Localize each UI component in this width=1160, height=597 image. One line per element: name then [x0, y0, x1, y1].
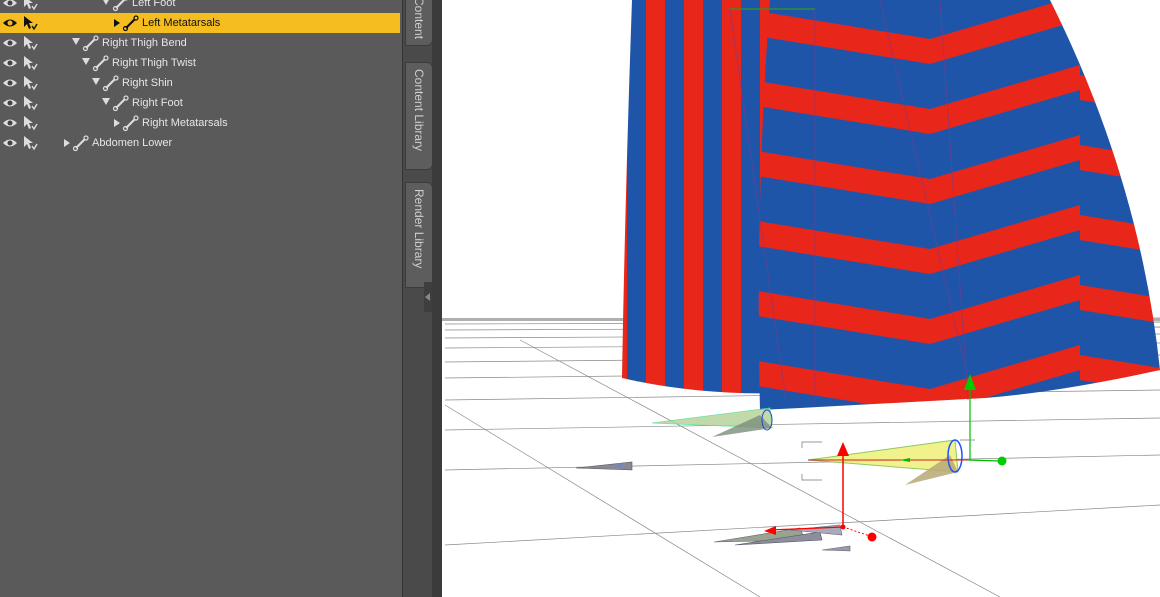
eye-icon[interactable] [2, 97, 18, 109]
tree-row-right-metatarsals[interactable]: Right Metatarsals [0, 113, 400, 133]
bone-icon [82, 35, 99, 52]
select-arrow-icon[interactable] [22, 0, 38, 11]
bone-icon [92, 55, 109, 72]
3d-viewport[interactable] [442, 0, 1160, 597]
select-arrow-icon[interactable] [22, 55, 38, 71]
tree-row-label: Right Foot [132, 97, 183, 109]
panel-splitter[interactable] [432, 0, 442, 597]
expand-right-icon[interactable] [114, 19, 120, 27]
select-arrow-icon[interactable] [22, 95, 38, 111]
viewport-scene [442, 0, 1160, 597]
expand-down-icon[interactable] [102, 98, 110, 105]
panel-collapse-handle[interactable] [424, 282, 432, 312]
eye-icon[interactable] [2, 57, 18, 69]
tree-row-label: Right Metatarsals [142, 117, 228, 129]
tree-row-right-thigh-twist[interactable]: Right Thigh Twist [0, 53, 400, 73]
select-arrow-icon[interactable] [22, 115, 38, 131]
eye-icon[interactable] [2, 117, 18, 129]
expand-down-icon[interactable] [102, 0, 110, 5]
tree-row-left-foot[interactable]: Left Foot [0, 0, 400, 13]
select-arrow-icon[interactable] [22, 75, 38, 91]
tree-row-label: Right Thigh Bend [102, 37, 187, 49]
tree-row-right-thigh-bend[interactable]: Right Thigh Bend [0, 33, 400, 53]
tree-row-label: Abdomen Lower [92, 137, 173, 149]
tree-row-right-shin[interactable]: Right Shin [0, 73, 400, 93]
select-arrow-icon[interactable] [22, 15, 38, 31]
tab-content-library[interactable]: Content Library [405, 62, 433, 170]
select-arrow-icon[interactable] [22, 135, 38, 151]
tree-row-label: Right Thigh Twist [112, 57, 196, 69]
expand-down-icon[interactable] [82, 58, 90, 65]
expand-right-icon[interactable] [114, 119, 120, 127]
tab-content[interactable]: Content [405, 0, 433, 46]
tree-row-right-foot[interactable]: Right Foot [0, 93, 400, 113]
bone-icon [122, 15, 139, 32]
select-arrow-icon[interactable] [22, 35, 38, 51]
bone-icon [102, 75, 119, 92]
right-pant-leg[interactable] [758, 0, 1160, 410]
tree-row-label: Right Shin [122, 77, 173, 89]
tree-row-left-metatarsals[interactable]: Left Metatarsals [0, 13, 400, 33]
eye-icon[interactable] [2, 0, 18, 9]
tree-row-label: Left Foot [132, 0, 176, 9]
bone-icon [72, 135, 89, 152]
collapse-arrow-icon [425, 293, 430, 301]
eye-icon[interactable] [2, 77, 18, 89]
tree-row-abdomen-lower[interactable]: Abdomen Lower [0, 133, 400, 153]
scene-panel: Left Foot Left Metatarsals Right Thigh B… [0, 0, 402, 597]
bone-icon [122, 115, 139, 132]
bone-icon [112, 0, 128, 12]
tab-render-library[interactable]: Render Library [405, 182, 433, 288]
bone-icon [112, 95, 129, 112]
expand-down-icon[interactable] [72, 38, 80, 45]
tab-render-library-label: Render Library [412, 189, 426, 269]
tree-row-label: Left Metatarsals [142, 17, 221, 29]
eye-icon[interactable] [2, 17, 18, 29]
tab-content-library-label: Content Library [412, 69, 426, 152]
tab-content-label: Content [412, 0, 426, 40]
eye-icon[interactable] [2, 137, 18, 149]
expand-down-icon[interactable] [92, 78, 100, 85]
eye-icon[interactable] [2, 37, 18, 49]
expand-right-icon[interactable] [64, 139, 70, 147]
